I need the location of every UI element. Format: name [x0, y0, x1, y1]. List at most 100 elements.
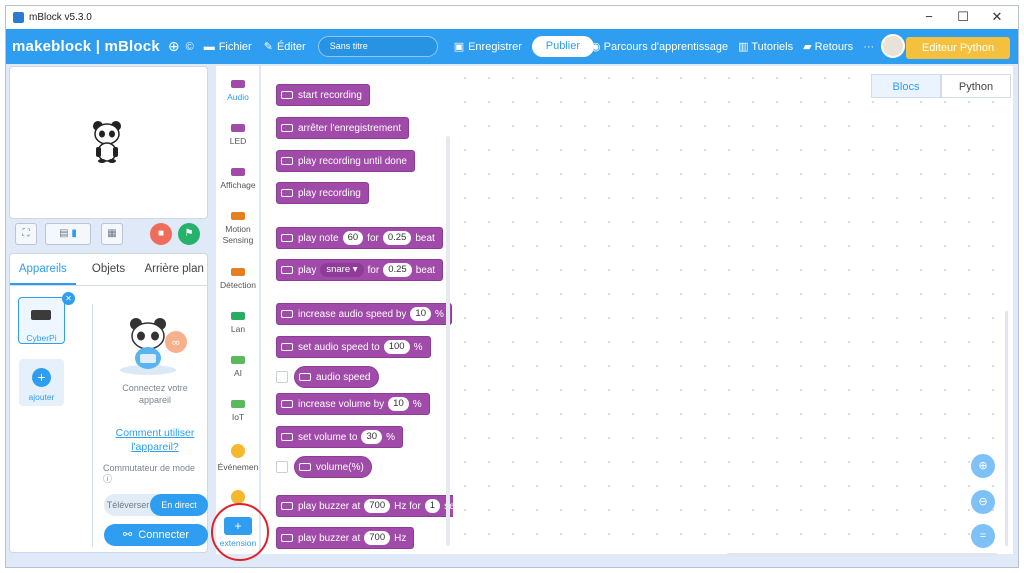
learning-path-link[interactable]: ◉ Parcours d'apprentissage — [591, 40, 728, 53]
cyberpi-block-icon — [281, 266, 293, 274]
tab-python[interactable]: Python — [941, 74, 1011, 98]
frequency-input[interactable]: 700 — [364, 531, 391, 545]
window-title: mBlock v5.3.0 — [29, 12, 92, 23]
wrench-icon: ✎ — [263, 41, 273, 53]
how-to-use-link[interactable]: Comment utiliser l'appareil? — [105, 426, 205, 454]
tab-devices[interactable]: Appareils — [10, 254, 76, 285]
save-button[interactable]: Enregistrer — [468, 41, 522, 53]
minimize-button[interactable]: − — [912, 6, 946, 29]
grid-icon[interactable]: ▦ — [101, 223, 123, 245]
maximize-button[interactable]: ☐ — [946, 6, 980, 29]
volume-input[interactable]: 30 — [361, 430, 383, 444]
mode-live[interactable]: En direct — [150, 494, 208, 516]
volume-input[interactable]: 10 — [388, 397, 409, 411]
settings-icon[interactable]: © — [186, 41, 194, 53]
close-button[interactable]: ✕ — [980, 6, 1014, 29]
tab-backgrounds[interactable]: Arrière plan — [141, 254, 207, 285]
fullscreen-icon[interactable]: ⛶ — [15, 223, 37, 245]
beat-input[interactable]: 0.25 — [382, 231, 412, 245]
layout-toggle[interactable]: ▤ ▮ — [45, 223, 91, 245]
category-events[interactable]: Événemen — [216, 444, 260, 473]
stop-icon[interactable]: ■ — [150, 223, 172, 245]
block-stop-recording[interactable]: arrêter l'enregistrement — [276, 117, 410, 139]
speed-input[interactable]: 100 — [383, 340, 410, 354]
cyberpi-block-icon — [281, 400, 293, 408]
device-cyberpi[interactable]: CyberPi — [18, 297, 65, 344]
connect-button[interactable]: ⚯ Connecter — [104, 524, 208, 546]
cyberpi-block-icon — [281, 433, 293, 441]
cyberpi-block-icon — [281, 502, 293, 510]
tab-sprites[interactable]: Objets — [76, 254, 142, 285]
block-volume[interactable]: volume(%) — [294, 456, 372, 478]
stage-canvas[interactable] — [9, 66, 208, 219]
cyberpi-block-icon — [281, 157, 293, 165]
connect-hint: Connectez votre appareil — [122, 383, 188, 405]
more-menu-icon[interactable]: ··· — [863, 41, 874, 53]
note-input[interactable]: 60 — [342, 231, 364, 245]
drum-dropdown[interactable]: snare ▾ — [320, 263, 364, 277]
block-audio-speed[interactable]: audio speed — [294, 366, 379, 388]
menu-file[interactable]: Fichier — [219, 41, 252, 53]
category-detection[interactable]: Détection — [216, 268, 260, 291]
menu-edit[interactable]: Éditer — [277, 41, 306, 53]
volume-checkbox[interactable] — [276, 461, 288, 473]
category-motion-sensing[interactable]: Motion Sensing — [216, 212, 260, 246]
globe-icon[interactable]: ⊕ — [168, 38, 180, 55]
block-set-audio-speed[interactable]: set audio speed to 100% — [276, 336, 431, 358]
python-editor-button[interactable]: Editeur Python — [906, 37, 1010, 59]
block-play-drum[interactable]: play snare ▾ for 0.25 beat — [276, 259, 444, 281]
large-stage-icon[interactable]: ▮ — [71, 228, 77, 239]
category-swatch — [231, 268, 245, 276]
block-play-buzzer[interactable]: play buzzer at 700 Hz — [276, 527, 415, 549]
frequency-input[interactable]: 700 — [364, 499, 391, 513]
add-device-button[interactable]: + ajouter — [19, 359, 64, 406]
publish-button[interactable]: Publier — [531, 36, 594, 57]
remove-device-icon[interactable]: ✕ — [62, 292, 75, 305]
link-icon: ⚯ — [122, 529, 133, 541]
panda-sprite[interactable] — [90, 119, 124, 163]
beat-input[interactable]: 0.25 — [383, 263, 412, 277]
cyberpi-block-icon — [281, 534, 293, 542]
block-play-note[interactable]: play note 60 for 0.25 beat — [276, 227, 443, 249]
vertical-scrollbar[interactable] — [1005, 311, 1008, 546]
category-swatch — [231, 80, 245, 88]
category-lan[interactable]: Lan — [216, 312, 260, 335]
audio-speed-checkbox[interactable] — [276, 371, 288, 383]
red-highlight-annotation — [211, 503, 269, 561]
category-led[interactable]: LED — [216, 124, 260, 147]
category-swatch — [231, 312, 245, 320]
book-icon: ▥ — [738, 41, 749, 53]
block-increase-volume[interactable]: increase volume by 10% — [276, 393, 430, 415]
mode-toggle[interactable]: Téléverser En direct — [104, 494, 208, 516]
block-set-volume[interactable]: set volume to 30% — [276, 426, 403, 448]
small-stage-icon[interactable]: ▤ — [59, 228, 68, 239]
project-title-input[interactable]: Sans titre — [317, 36, 438, 57]
category-audio[interactable]: Audio — [216, 80, 260, 103]
user-avatar[interactable] — [881, 34, 905, 58]
info-icon[interactable]: ⓘ — [103, 474, 112, 484]
cyberpi-block-icon — [299, 463, 311, 471]
eye-icon: ◉ — [591, 41, 601, 53]
speed-input[interactable]: 10 — [410, 307, 431, 321]
category-iot[interactable]: IoT — [216, 400, 260, 423]
zoom-in-icon[interactable]: ⊕ — [971, 454, 995, 478]
palette-scrollbar[interactable] — [446, 136, 450, 546]
block-play-recording-until-done[interactable]: play recording until done — [276, 150, 415, 172]
script-workspace[interactable]: Blocs Python ⊕ ⊖ = — [453, 66, 1013, 556]
mode-upload[interactable]: Téléverser — [104, 494, 152, 516]
zoom-reset-icon[interactable]: = — [971, 524, 995, 548]
block-start-recording[interactable]: start recording — [276, 84, 370, 106]
green-flag-icon[interactable]: ⚑ — [178, 223, 200, 245]
category-display[interactable]: Affichage — [216, 168, 260, 191]
horizontal-scrollbar[interactable] — [727, 553, 997, 556]
zoom-out-icon[interactable]: ⊖ — [971, 490, 995, 514]
seconds-input[interactable]: 1 — [424, 499, 441, 513]
block-play-recording[interactable]: play recording — [276, 182, 369, 204]
block-play-buzzer-for[interactable]: play buzzer at700Hz for1secs — [276, 495, 473, 517]
block-increase-audio-speed[interactable]: increase audio speed by 10% — [276, 303, 452, 325]
feedback-link[interactable]: ▰ Retours — [803, 40, 853, 53]
svg-text:∞: ∞ — [171, 336, 180, 349]
category-ai[interactable]: AI — [216, 356, 260, 379]
tutorials-link[interactable]: ▥ Tutoriels — [738, 40, 793, 53]
tab-blocks[interactable]: Blocs — [871, 74, 941, 98]
